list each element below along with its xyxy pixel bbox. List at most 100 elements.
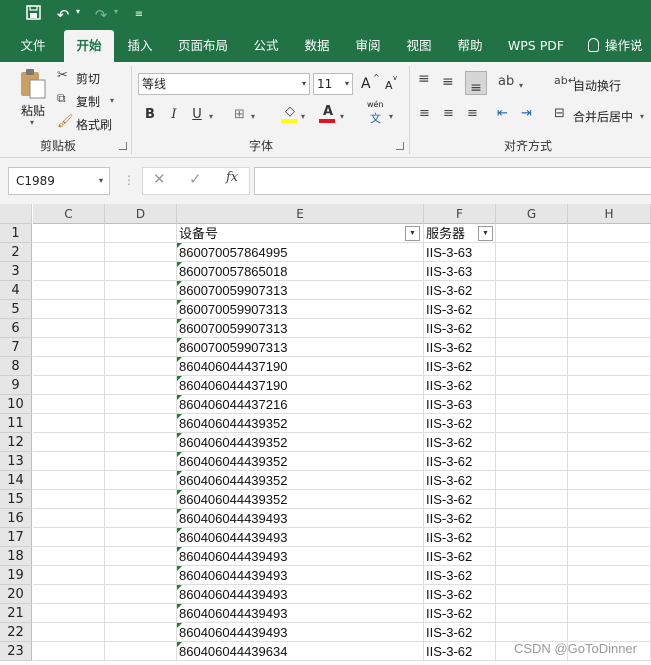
cell-d21[interactable] (105, 604, 177, 623)
align-top-icon[interactable]: ≡ (418, 71, 430, 87)
cell-c12[interactable] (33, 433, 105, 452)
filter-dropdown-icon[interactable]: ▼ (478, 226, 493, 241)
row-header[interactable]: 22 (0, 623, 32, 642)
cell-e9[interactable]: 860406044437190 (177, 376, 424, 395)
cell-c13[interactable] (33, 452, 105, 471)
row-header[interactable]: 5 (0, 300, 32, 319)
cell-f7[interactable]: IIS-3-62 (424, 338, 496, 357)
cell-f15[interactable]: IIS-3-62 (424, 490, 496, 509)
paste-dropdown-icon[interactable]: ▾ (30, 118, 34, 127)
grow-font-button[interactable]: A (361, 76, 371, 92)
cell-h17[interactable] (568, 528, 651, 547)
cell-g16[interactable] (496, 509, 568, 528)
cell-d16[interactable] (105, 509, 177, 528)
cell-e19[interactable]: 860406044439493 (177, 566, 424, 585)
cell-d7[interactable] (105, 338, 177, 357)
cell-d10[interactable] (105, 395, 177, 414)
cell-d15[interactable] (105, 490, 177, 509)
cell-f14[interactable]: IIS-3-62 (424, 471, 496, 490)
cell-e16[interactable]: 860406044439493 (177, 509, 424, 528)
cell-h21[interactable] (568, 604, 651, 623)
cell-e7[interactable]: 860070059907313 (177, 338, 424, 357)
align-left-icon[interactable]: ≡ (419, 106, 430, 121)
row-header[interactable]: 19 (0, 566, 32, 585)
cell-e14[interactable]: 860406044439352 (177, 471, 424, 490)
cell-g21[interactable] (496, 604, 568, 623)
cell-g8[interactable] (496, 357, 568, 376)
cell-f22[interactable]: IIS-3-62 (424, 623, 496, 642)
cell-g10[interactable] (496, 395, 568, 414)
cell-d14[interactable] (105, 471, 177, 490)
cell-c15[interactable] (33, 490, 105, 509)
cell-g22[interactable] (496, 623, 568, 642)
row-header[interactable]: 15 (0, 490, 32, 509)
cell-f10[interactable]: IIS-3-63 (424, 395, 496, 414)
cell-g1[interactable] (496, 224, 568, 243)
cell-h1[interactable] (568, 224, 651, 243)
tab-formulas[interactable]: 公式 (246, 30, 286, 62)
filter-dropdown-icon[interactable]: ▼ (405, 226, 420, 241)
cell-d2[interactable] (105, 243, 177, 262)
cell-c16[interactable] (33, 509, 105, 528)
column-header-g[interactable]: G (496, 204, 568, 224)
tab-view[interactable]: 视图 (399, 30, 439, 62)
cell-d9[interactable] (105, 376, 177, 395)
cell-h22[interactable] (568, 623, 651, 642)
cell-h16[interactable] (568, 509, 651, 528)
row-header[interactable]: 18 (0, 547, 32, 566)
border-dropdown-icon[interactable]: ▾ (251, 112, 255, 121)
cell-d8[interactable] (105, 357, 177, 376)
cell-c19[interactable] (33, 566, 105, 585)
cell-f1[interactable]: 服务器 ▼ (424, 224, 496, 243)
cell-c18[interactable] (33, 547, 105, 566)
cell-h15[interactable] (568, 490, 651, 509)
clipboard-launcher-icon[interactable] (119, 142, 127, 150)
cell-d17[interactable] (105, 528, 177, 547)
cell-c17[interactable] (33, 528, 105, 547)
row-header[interactable]: 7 (0, 338, 32, 357)
cell-d12[interactable] (105, 433, 177, 452)
phonetic-dropdown-icon[interactable]: ▾ (389, 112, 393, 121)
cell-h2[interactable] (568, 243, 651, 262)
cell-c1[interactable] (33, 224, 105, 243)
row-header[interactable]: 9 (0, 376, 32, 395)
tab-home[interactable]: 开始 (64, 30, 114, 62)
paste-icon[interactable] (18, 68, 48, 100)
cell-f23[interactable]: IIS-3-62 (424, 642, 496, 661)
bold-button[interactable]: B (141, 106, 159, 124)
cell-h4[interactable] (568, 281, 651, 300)
font-color-icon[interactable]: A (319, 104, 337, 123)
cell-d20[interactable] (105, 585, 177, 604)
cell-d11[interactable] (105, 414, 177, 433)
merge-center-icon[interactable]: ⊟ (554, 106, 565, 121)
cell-d22[interactable] (105, 623, 177, 642)
cell-f11[interactable]: IIS-3-62 (424, 414, 496, 433)
cell-h6[interactable] (568, 319, 651, 338)
fill-color-icon[interactable]: ◇ (281, 104, 299, 123)
merge-center-button[interactable]: 合并后居中 (573, 108, 633, 125)
cell-h10[interactable] (568, 395, 651, 414)
cell-d5[interactable] (105, 300, 177, 319)
merge-dropdown-icon[interactable]: ▾ (640, 112, 644, 121)
cell-f8[interactable]: IIS-3-62 (424, 357, 496, 376)
row-header[interactable]: 1 (0, 224, 32, 243)
cell-h8[interactable] (568, 357, 651, 376)
cell-f4[interactable]: IIS-3-62 (424, 281, 496, 300)
cell-f2[interactable]: IIS-3-63 (424, 243, 496, 262)
decrease-indent-icon[interactable]: ⇤ (497, 106, 508, 121)
cell-e21[interactable]: 860406044439493 (177, 604, 424, 623)
cell-e10[interactable]: 860406044437216 (177, 395, 424, 414)
cell-c11[interactable] (33, 414, 105, 433)
cell-c9[interactable] (33, 376, 105, 395)
row-header[interactable]: 13 (0, 452, 32, 471)
cell-g12[interactable] (496, 433, 568, 452)
undo-dropdown-icon[interactable]: ▾ (76, 7, 80, 16)
cell-g20[interactable] (496, 585, 568, 604)
font-name-select[interactable]: 等线 ▾ (138, 73, 310, 95)
cell-h18[interactable] (568, 547, 651, 566)
cell-h12[interactable] (568, 433, 651, 452)
cell-g13[interactable] (496, 452, 568, 471)
row-header[interactable]: 2 (0, 243, 32, 262)
insert-function-icon[interactable]: fx (226, 170, 238, 185)
cell-f20[interactable]: IIS-3-62 (424, 585, 496, 604)
